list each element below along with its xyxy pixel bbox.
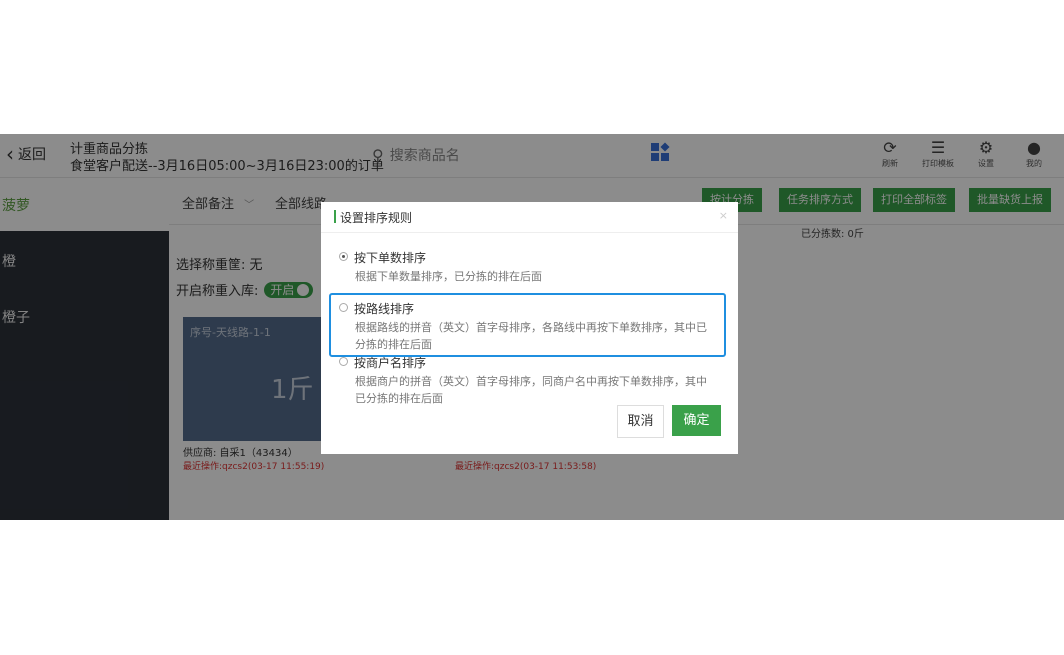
highlight-box: [329, 293, 726, 357]
title-accent: [334, 210, 336, 223]
sorting-app: ‹ 返回 计重商品分拣 食堂客户配送--3月16日05:00~3月16日23:0…: [0, 134, 1064, 520]
dialog-header: 设置排序规则 ×: [321, 202, 738, 233]
radio-button[interactable]: [339, 357, 348, 366]
confirm-button[interactable]: 确定: [672, 405, 721, 436]
close-icon[interactable]: ×: [719, 209, 728, 222]
radio-button[interactable]: [339, 252, 348, 261]
cancel-button[interactable]: 取消: [617, 405, 664, 438]
dialog-title: 设置排序规则: [340, 211, 413, 225]
